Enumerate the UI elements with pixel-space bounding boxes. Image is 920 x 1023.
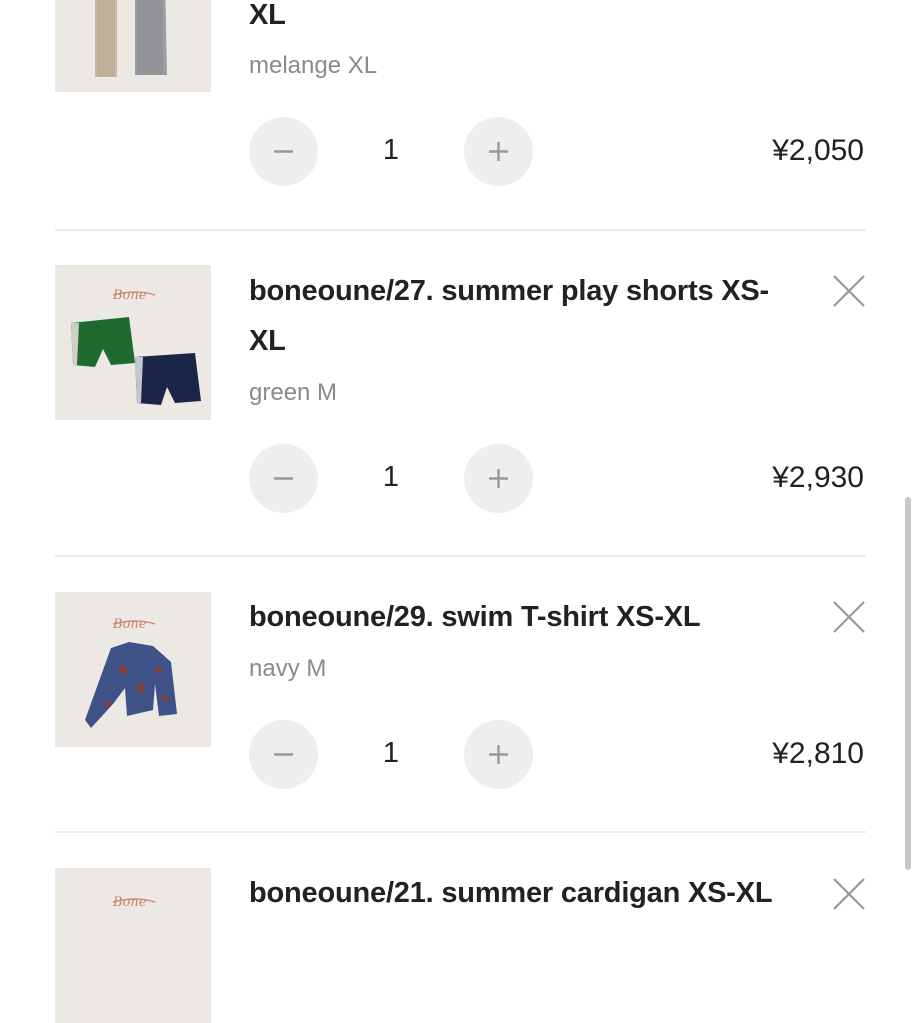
product-title-line2: XL (249, 0, 286, 31)
product-title-line2: XL (249, 325, 286, 357)
product-thumbnail[interactable] (55, 0, 211, 92)
increase-quantity-button[interactable] (464, 444, 533, 513)
quantity-value: 1 (382, 461, 400, 493)
product-title-line1: boneoune/21. summer cardigan XS-XL (249, 877, 773, 909)
decrease-quantity-button[interactable] (249, 117, 318, 186)
minus-icon (274, 150, 293, 153)
close-icon (833, 275, 865, 307)
minus-icon (274, 753, 293, 756)
remove-item-button[interactable] (832, 877, 866, 911)
cardigan-image: Bone (55, 868, 211, 1023)
svg-text:Bone: Bone (112, 617, 147, 632)
increase-quantity-button[interactable] (464, 117, 533, 186)
increase-quantity-button[interactable] (464, 720, 533, 789)
item-price: ¥2,930 (772, 461, 864, 494)
product-title-line1: boneoune/27. summer play shorts XS- (249, 275, 769, 307)
plus-icon (489, 745, 508, 764)
svg-text:Bone: Bone (112, 895, 147, 910)
shorts-image: Bone (55, 265, 211, 420)
remove-item-button[interactable] (832, 600, 866, 634)
item-divider (55, 831, 866, 833)
scrollbar[interactable] (905, 497, 911, 870)
product-variant: melange XL (249, 52, 378, 79)
close-icon (833, 601, 865, 633)
plus-icon (489, 469, 508, 488)
product-thumbnail[interactable]: Bone (55, 265, 211, 420)
item-price: ¥2,810 (772, 737, 864, 770)
svg-text:Bone: Bone (112, 288, 147, 303)
item-price: ¥2,050 (772, 134, 864, 167)
remove-item-button[interactable] (832, 274, 866, 308)
product-thumbnail[interactable]: Bone (55, 868, 211, 1023)
product-title-line1: boneoune/29. swim T-shirt XS-XL (249, 601, 701, 633)
plus-icon (489, 142, 508, 161)
swim-tshirt-image: Bone (55, 592, 211, 747)
product-title[interactable]: XL (249, 0, 809, 40)
product-title[interactable]: boneoune/27. summer play shorts XS- XL (249, 266, 809, 366)
item-divider (55, 555, 866, 557)
product-variant: navy M (249, 655, 327, 682)
product-title[interactable]: boneoune/29. swim T-shirt XS-XL (249, 592, 809, 642)
tank-tops-image (55, 0, 211, 92)
decrease-quantity-button[interactable] (249, 444, 318, 513)
product-variant: green M (249, 379, 338, 406)
decrease-quantity-button[interactable] (249, 720, 318, 789)
quantity-value: 1 (382, 737, 400, 769)
close-icon (833, 878, 865, 910)
minus-icon (274, 477, 293, 480)
product-thumbnail[interactable]: Bone (55, 592, 211, 747)
item-divider (55, 229, 866, 231)
quantity-value: 1 (382, 134, 400, 166)
product-title[interactable]: boneoune/21. summer cardigan XS-XL (249, 868, 809, 918)
